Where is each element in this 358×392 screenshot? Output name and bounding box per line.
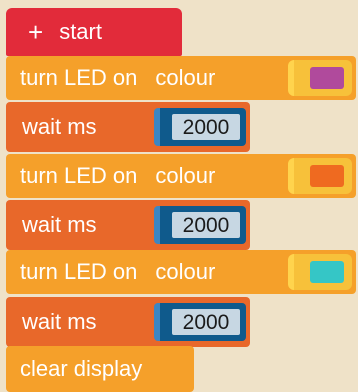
wait-block-3[interactable]: wait ms 2000 xyxy=(6,297,250,347)
colour-swatch[interactable] xyxy=(310,165,344,187)
colour-label: colour xyxy=(155,65,216,90)
number-socket: 2000 xyxy=(154,303,246,341)
colour-swatch[interactable] xyxy=(310,261,344,283)
turn-led-label: turn LED on xyxy=(20,65,138,90)
colour-label: colour xyxy=(155,163,216,188)
wait-label: wait ms xyxy=(22,212,97,237)
number-socket: 2000 xyxy=(154,206,246,244)
wait-ms-input[interactable]: 2000 xyxy=(172,212,240,238)
turn-led-label: turn LED on xyxy=(20,259,138,284)
clear-display-block[interactable]: clear display xyxy=(6,346,194,392)
colour-swatch[interactable] xyxy=(310,67,344,89)
wait-ms-input[interactable]: 2000 xyxy=(172,309,240,335)
colour-socket[interactable] xyxy=(288,158,352,194)
turn-led-block-3[interactable]: turn LED on colour xyxy=(6,250,356,294)
block-workspace: + start turn LED on colour wait ms 2000 … xyxy=(0,0,358,392)
wait-block-2[interactable]: wait ms 2000 xyxy=(6,200,250,250)
number-socket: 2000 xyxy=(154,108,246,146)
colour-socket[interactable] xyxy=(288,254,352,290)
clear-display-label: clear display xyxy=(20,356,143,381)
wait-ms-input[interactable]: 2000 xyxy=(172,114,240,140)
colour-socket[interactable] xyxy=(288,60,352,96)
start-block[interactable]: + start xyxy=(6,8,182,56)
wait-block-1[interactable]: wait ms 2000 xyxy=(6,102,250,152)
wait-label: wait ms xyxy=(22,309,97,334)
start-label: start xyxy=(59,19,102,44)
wait-label: wait ms xyxy=(22,114,97,139)
turn-led-block-1[interactable]: turn LED on colour xyxy=(6,56,356,100)
turn-led-block-2[interactable]: turn LED on colour xyxy=(6,154,356,198)
colour-label: colour xyxy=(155,259,216,284)
turn-led-label: turn LED on xyxy=(20,163,138,188)
plus-icon: + xyxy=(28,17,44,47)
